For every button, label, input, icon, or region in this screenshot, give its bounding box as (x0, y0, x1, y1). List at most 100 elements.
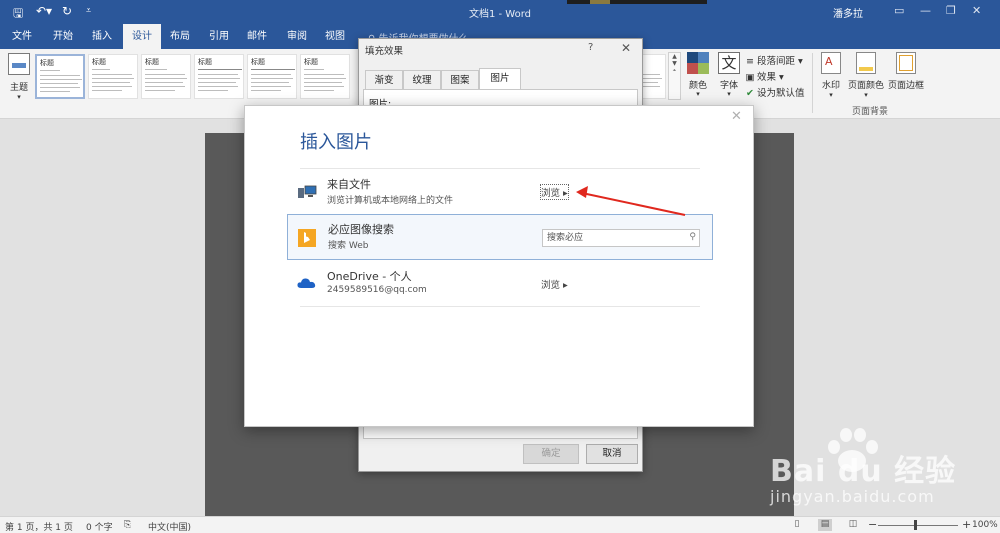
tab-view[interactable]: 视图 (318, 24, 352, 49)
word-count[interactable]: 0 个字 (86, 520, 113, 533)
gallery-scroll[interactable]: ▲ ▼ ⩡ (668, 52, 681, 100)
style-set-title: 标题 (40, 59, 54, 67)
zoom-slider[interactable] (878, 525, 958, 526)
style-set-title: 标题 (304, 58, 318, 66)
watermark-button[interactable]: A 水印 ▾ (818, 52, 844, 107)
cancel-button[interactable]: 取消 (586, 444, 638, 464)
computer-icon (297, 184, 317, 200)
source-title: 必应图像搜索 (328, 223, 394, 236)
close-icon[interactable]: ✕ (621, 41, 631, 55)
group-label-page-background: 页面背景 (851, 107, 888, 117)
page-borders-label: 页面边框 (887, 81, 924, 91)
style-set-3[interactable]: 标题 (141, 54, 191, 99)
set-default-button[interactable]: ✔ 设为默认值 (745, 85, 805, 99)
tab-pattern[interactable]: 图案 (441, 70, 479, 90)
taskbar-thumbnail (567, 0, 707, 4)
help-icon[interactable]: ? (588, 42, 593, 53)
tab-references[interactable]: 引用 (202, 24, 236, 49)
tab-review[interactable]: 审阅 (280, 24, 314, 49)
tab-gradient[interactable]: 渐变 (365, 70, 403, 90)
source-subtitle: 2459589516@qq.com (327, 285, 427, 295)
zoom-level[interactable]: 100% (972, 520, 998, 530)
tab-insert[interactable]: 插入 (85, 24, 119, 49)
search-icon[interactable]: ⚲ (689, 232, 696, 242)
ok-button[interactable]: 确定 (523, 444, 579, 464)
read-mode-icon[interactable]: ▯ (790, 519, 804, 531)
web-layout-icon[interactable]: ◫ (846, 519, 860, 531)
close-icon[interactable]: ✕ (972, 4, 981, 17)
fonts-button[interactable]: 文 字体 ▾ (715, 52, 743, 104)
paragraph-spacing-label: 段落间距 (757, 56, 796, 67)
bing-search-box: ⚲ (542, 229, 700, 247)
source-title: 来自文件 (327, 178, 371, 191)
page-count[interactable]: 第 1 页，共 1 页 (5, 520, 73, 533)
chevron-down-icon: ▾ (829, 91, 833, 99)
bing-search-input[interactable] (543, 230, 681, 246)
dialog-title: 插入图片 (300, 132, 372, 153)
minimize-icon[interactable]: — (920, 4, 931, 17)
paragraph-spacing-icon: ≡ (746, 56, 754, 67)
print-layout-icon[interactable]: ▤ (818, 519, 832, 531)
style-set-title: 标题 (251, 58, 265, 66)
page-borders-button[interactable]: 页面边框 (887, 52, 925, 107)
paragraph-spacing-button[interactable]: ≡ 段落间距 ▾ (745, 53, 803, 67)
browse-button[interactable]: 浏览 ▸ (541, 277, 568, 291)
tab-design[interactable]: 设计 (123, 24, 161, 49)
zoom-out-icon[interactable]: − (868, 518, 877, 531)
source-title: OneDrive - 个人 (327, 270, 412, 283)
themes-button[interactable]: 主题 ▾ (6, 53, 32, 109)
source-onedrive[interactable]: OneDrive - 个人 2459589516@qq.com 浏览 ▸ (287, 262, 713, 308)
page-borders-icon (896, 52, 916, 74)
style-set-title: 标题 (92, 58, 106, 66)
tab-home[interactable]: 开始 (46, 24, 80, 49)
title-bar: 🖫 ↶▾ ↻ ⩡ 文档1 - Word 潘多拉 ▭ — ❐ ✕ (0, 0, 1000, 24)
baidu-watermark-url: jingyan.baidu.com (770, 487, 935, 506)
dialog-title: 填充效果 (365, 46, 404, 57)
chevron-down-icon: ▾ (17, 93, 21, 101)
tab-mailings[interactable]: 邮件 (240, 24, 274, 49)
colors-button[interactable]: 颜色 ▾ (684, 52, 712, 104)
tab-texture[interactable]: 纹理 (403, 70, 441, 90)
restore-icon[interactable]: ❐ (946, 4, 956, 17)
zoom-in-icon[interactable]: + (962, 518, 971, 531)
page-color-label: 页面颜色 (847, 81, 884, 91)
style-set-5[interactable]: 标题 (247, 54, 297, 99)
page-color-button[interactable]: 页面颜色 ▾ (846, 52, 886, 107)
tab-layout[interactable]: 布局 (163, 24, 197, 49)
bing-icon (298, 229, 318, 247)
close-icon[interactable]: ✕ (731, 109, 742, 124)
user-name[interactable]: 潘多拉 (833, 5, 863, 20)
baidu-watermark-text: Bai du 经验 (770, 454, 957, 489)
set-default-label: 设为默认值 (757, 88, 805, 99)
tab-file[interactable]: 文件 (5, 24, 39, 49)
source-subtitle: 搜索 Web (328, 241, 369, 251)
language-indicator[interactable]: 中文(中国) (148, 520, 191, 533)
status-bar: 第 1 页，共 1 页 0 个字 ⎘ 中文(中国) ▯ ▤ ◫ − + 100% (0, 516, 1000, 533)
chevron-down-icon: ▾ (727, 90, 731, 98)
style-set-4[interactable]: 标题 (194, 54, 244, 99)
tab-picture[interactable]: 图片 (479, 68, 521, 90)
page-color-icon (856, 52, 876, 74)
source-from-file[interactable]: 来自文件 浏览计算机或本地网络上的文件 浏览 ▸ (287, 170, 713, 216)
chevron-down-icon: ▾ (864, 91, 868, 99)
effects-button[interactable]: ▣ 效果 ▾ (745, 69, 784, 83)
ribbon-display-icon[interactable]: ▭ (894, 4, 904, 17)
source-subtitle: 浏览计算机或本地网络上的文件 (327, 196, 454, 206)
zoom-slider-thumb[interactable] (914, 520, 917, 530)
style-set-1[interactable]: 标题 (35, 54, 85, 99)
divider (300, 168, 700, 169)
themes-label: 主题 (9, 83, 28, 93)
checkmark-icon: ✔ (746, 88, 754, 99)
watermark-icon: A (821, 52, 841, 74)
browse-button[interactable]: 浏览 ▸ (540, 184, 569, 200)
proofing-icon[interactable]: ⎘ (124, 520, 131, 530)
color-swatch (698, 52, 709, 63)
insert-pictures-dialog: ✕ 插入图片 来自文件 浏览计算机或本地网络上的文件 浏览 ▸ 必应图像搜索 搜… (244, 105, 754, 427)
color-swatch (687, 52, 698, 63)
source-bing-image-search[interactable]: 必应图像搜索 搜索 Web ⚲ (287, 214, 713, 260)
effects-label: 效果 (757, 72, 777, 83)
style-set-title: 标题 (145, 58, 159, 66)
style-set-6[interactable]: 标题 (300, 54, 350, 99)
style-set-2[interactable]: 标题 (88, 54, 138, 99)
color-swatch (698, 63, 709, 74)
